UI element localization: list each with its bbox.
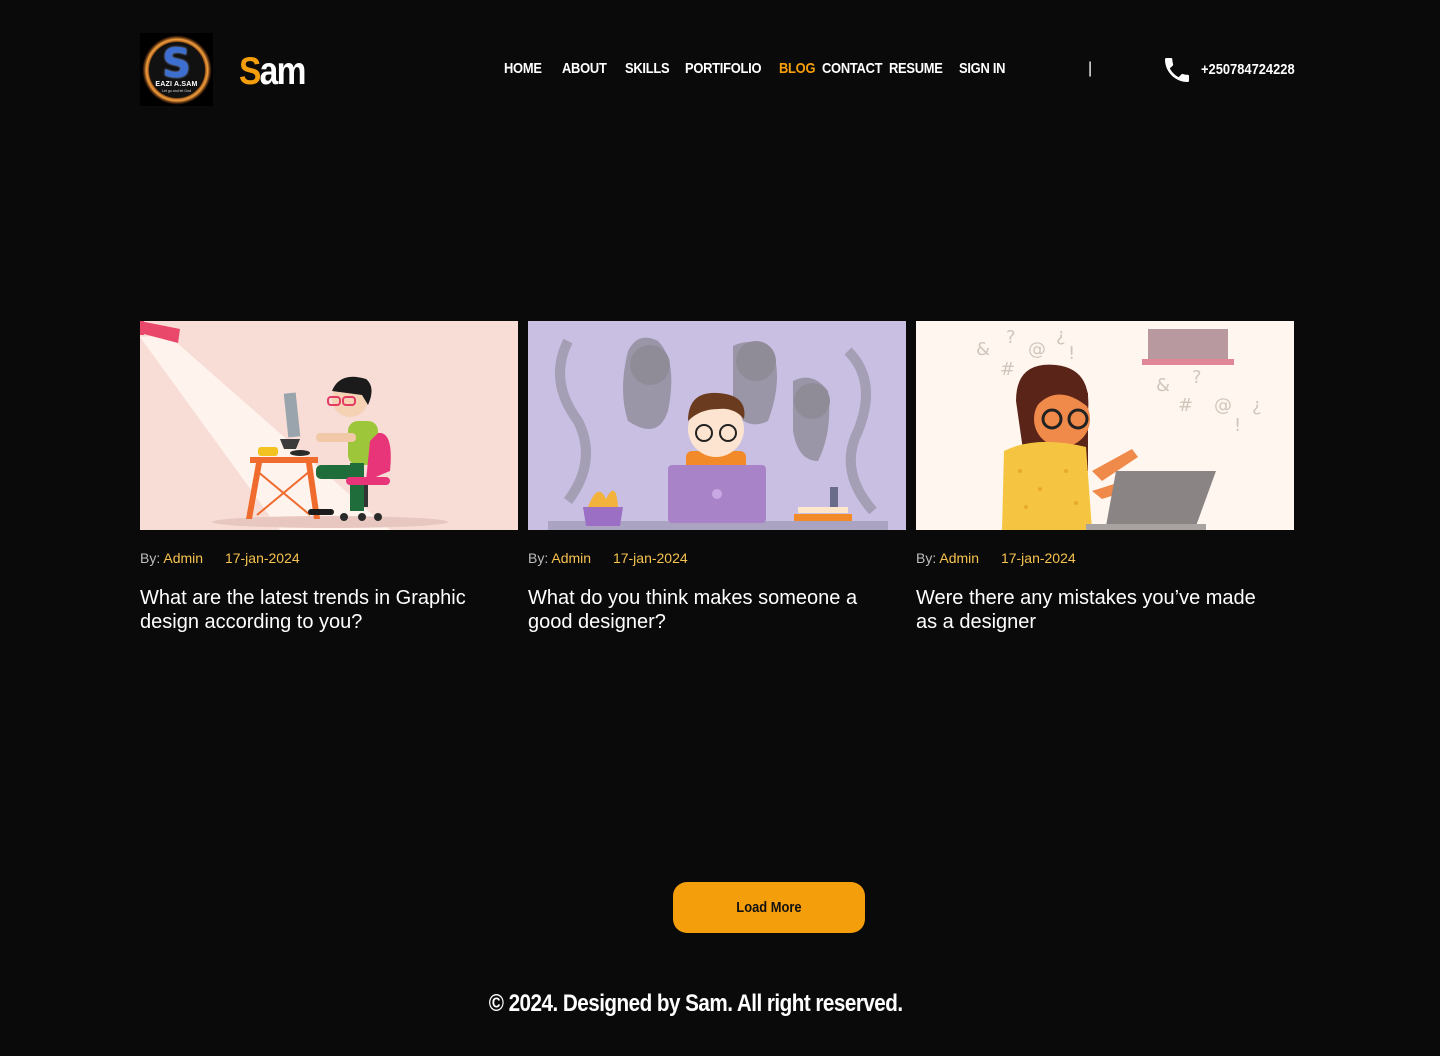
nav-skills[interactable]: SKILLS xyxy=(625,60,670,77)
by-label: By: xyxy=(140,550,161,566)
designer-at-desk-illustration xyxy=(140,321,518,530)
by-label: By: xyxy=(916,550,937,566)
nav-about[interactable]: ABOUT xyxy=(562,60,607,77)
svg-text:&: & xyxy=(1156,375,1170,396)
logo[interactable]: S EAZI A.SAM Let go and let God xyxy=(140,33,213,106)
post-thumbnail[interactable]: &? @ ¿! # &? # @ ¿! xyxy=(916,321,1294,530)
nav-contact[interactable]: CONTACT xyxy=(822,60,883,77)
svg-text:#: # xyxy=(1000,359,1015,380)
logo-subtitle: Let go and let God xyxy=(162,88,191,93)
brand-initial: S xyxy=(239,50,261,93)
designer-with-ghosts-illustration xyxy=(528,321,906,530)
svg-text:#: # xyxy=(1178,395,1193,416)
site-header: S EAZI A.SAM Let go and let God Sam HOME… xyxy=(0,0,1440,140)
nav-home[interactable]: HOME xyxy=(504,60,542,77)
blog-card[interactable]: By: Admin 17-jan-2024 What are the lates… xyxy=(140,321,518,633)
post-author[interactable]: Admin xyxy=(551,550,591,566)
nav-blog[interactable]: BLOG xyxy=(779,60,815,77)
post-title[interactable]: What do you think makes someone a good d… xyxy=(528,586,888,634)
post-title[interactable]: What are the latest trends in Graphic de… xyxy=(140,586,500,634)
post-meta: By: Admin 17-jan-2024 xyxy=(140,550,300,566)
svg-text:@: @ xyxy=(1214,395,1232,416)
post-thumbnail[interactable] xyxy=(140,321,518,530)
post-date: 17-jan-2024 xyxy=(612,550,688,566)
svg-text:¿: ¿ xyxy=(1252,395,1262,416)
post-author[interactable]: Admin xyxy=(939,550,979,566)
svg-text:&: & xyxy=(976,339,990,360)
svg-text:?: ? xyxy=(1006,327,1016,348)
post-date: 17-jan-2024 xyxy=(224,550,300,566)
svg-text:@: @ xyxy=(1028,339,1046,360)
svg-text:!: ! xyxy=(1234,415,1241,436)
nav-portifolio[interactable]: PORTIFOLIO xyxy=(685,60,762,77)
nav-resume[interactable]: RESUME xyxy=(889,60,943,77)
post-author[interactable]: Admin xyxy=(163,550,203,566)
post-meta: By: Admin 17-jan-2024 xyxy=(916,550,1076,566)
svg-text:!: ! xyxy=(1068,343,1075,364)
post-thumbnail[interactable] xyxy=(528,321,906,530)
logo-title: EAZI A.SAM xyxy=(155,80,198,88)
post-date: 17-jan-2024 xyxy=(1000,550,1076,566)
logo-emblem-icon: S EAZI A.SAM Let go and let God xyxy=(141,34,212,105)
post-title[interactable]: Were there any mistakes you’ve made as a… xyxy=(916,586,1276,634)
blog-card[interactable]: &? @ ¿! # &? # @ ¿! By: Admin 17-jan-2024 We… xyxy=(916,321,1294,633)
brand-rest: am xyxy=(259,50,307,93)
load-more-button[interactable]: Load More xyxy=(673,882,865,933)
phone-icon[interactable] xyxy=(1161,53,1193,87)
brand-name[interactable]: Sam xyxy=(239,48,307,96)
phone-number[interactable]: +250784724228 xyxy=(1201,61,1295,78)
nav-sign-in[interactable]: SIGN IN xyxy=(959,60,1005,77)
footer-copyright: © 2024. Designed by Sam. All right reser… xyxy=(0,990,1440,1018)
nav-separator: | xyxy=(1088,60,1093,77)
svg-text:?: ? xyxy=(1192,367,1202,388)
footer-text: © 2024. Designed by Sam. All right reser… xyxy=(489,990,903,1017)
frustrated-designer-illustration: &? @ ¿! # & ? # @ ¿! xyxy=(916,321,1294,530)
blog-card[interactable]: By: Admin 17-jan-2024 What do you think … xyxy=(528,321,906,633)
svg-text:¿: ¿ xyxy=(1056,325,1066,346)
post-meta: By: Admin 17-jan-2024 xyxy=(528,550,688,566)
by-label: By: xyxy=(528,550,549,566)
load-more-label: Load More xyxy=(736,899,802,916)
